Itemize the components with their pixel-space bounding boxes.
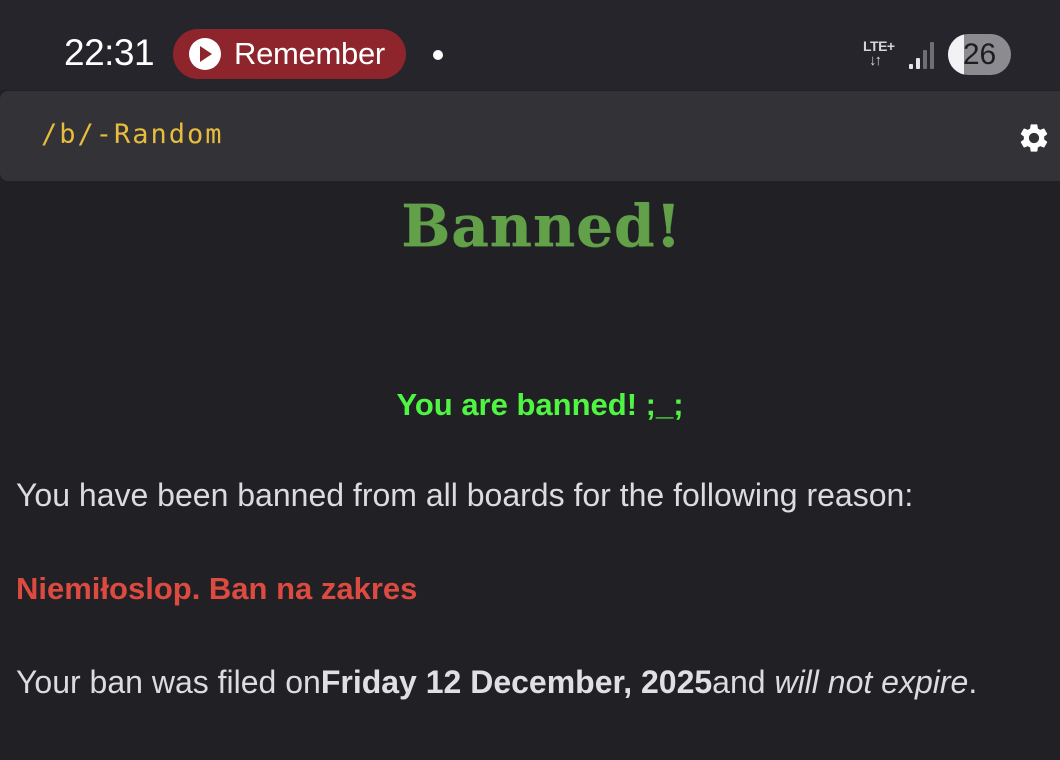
- battery-icon: 26: [948, 34, 1011, 75]
- gear-icon: [1020, 124, 1048, 152]
- filed-middle: and: [712, 664, 775, 700]
- filed-suffix: .: [968, 664, 978, 700]
- ban-expiry: will not expire: [774, 664, 969, 700]
- lte-icon: LTE+ ↓↑: [863, 38, 903, 72]
- play-icon: [189, 38, 221, 70]
- remember-label: Remember: [234, 36, 385, 71]
- signal-icon: [909, 42, 934, 69]
- board-header: /b/-Random: [0, 91, 1060, 181]
- notification-dot-icon: [433, 50, 443, 60]
- filed-date: Friday 12 December, 2025: [320, 664, 713, 700]
- ban-reason-intro: You have been banned from all boards for…: [16, 477, 914, 513]
- remember-recording-chip[interactable]: Remember: [173, 29, 406, 79]
- settings-button[interactable]: [1014, 118, 1054, 158]
- ban-subtitle: You are banned! ;_;: [396, 387, 684, 422]
- status-bar: 22:31 Remember LTE+ ↓↑ 26: [0, 0, 1060, 90]
- page-title: Banned!: [401, 192, 682, 260]
- data-activity-arrows: ↓↑: [869, 52, 882, 69]
- filed-prefix: Your ban was filed on: [16, 664, 321, 700]
- battery-level: 26: [962, 37, 997, 71]
- ban-filed-statement: Your ban was filed onFriday 12 December,…: [16, 664, 977, 701]
- board-title[interactable]: /b/-Random: [41, 119, 224, 150]
- clock: 22:31: [64, 32, 155, 73]
- ban-reason: Niemiłoslop. Ban na zakres: [16, 571, 418, 606]
